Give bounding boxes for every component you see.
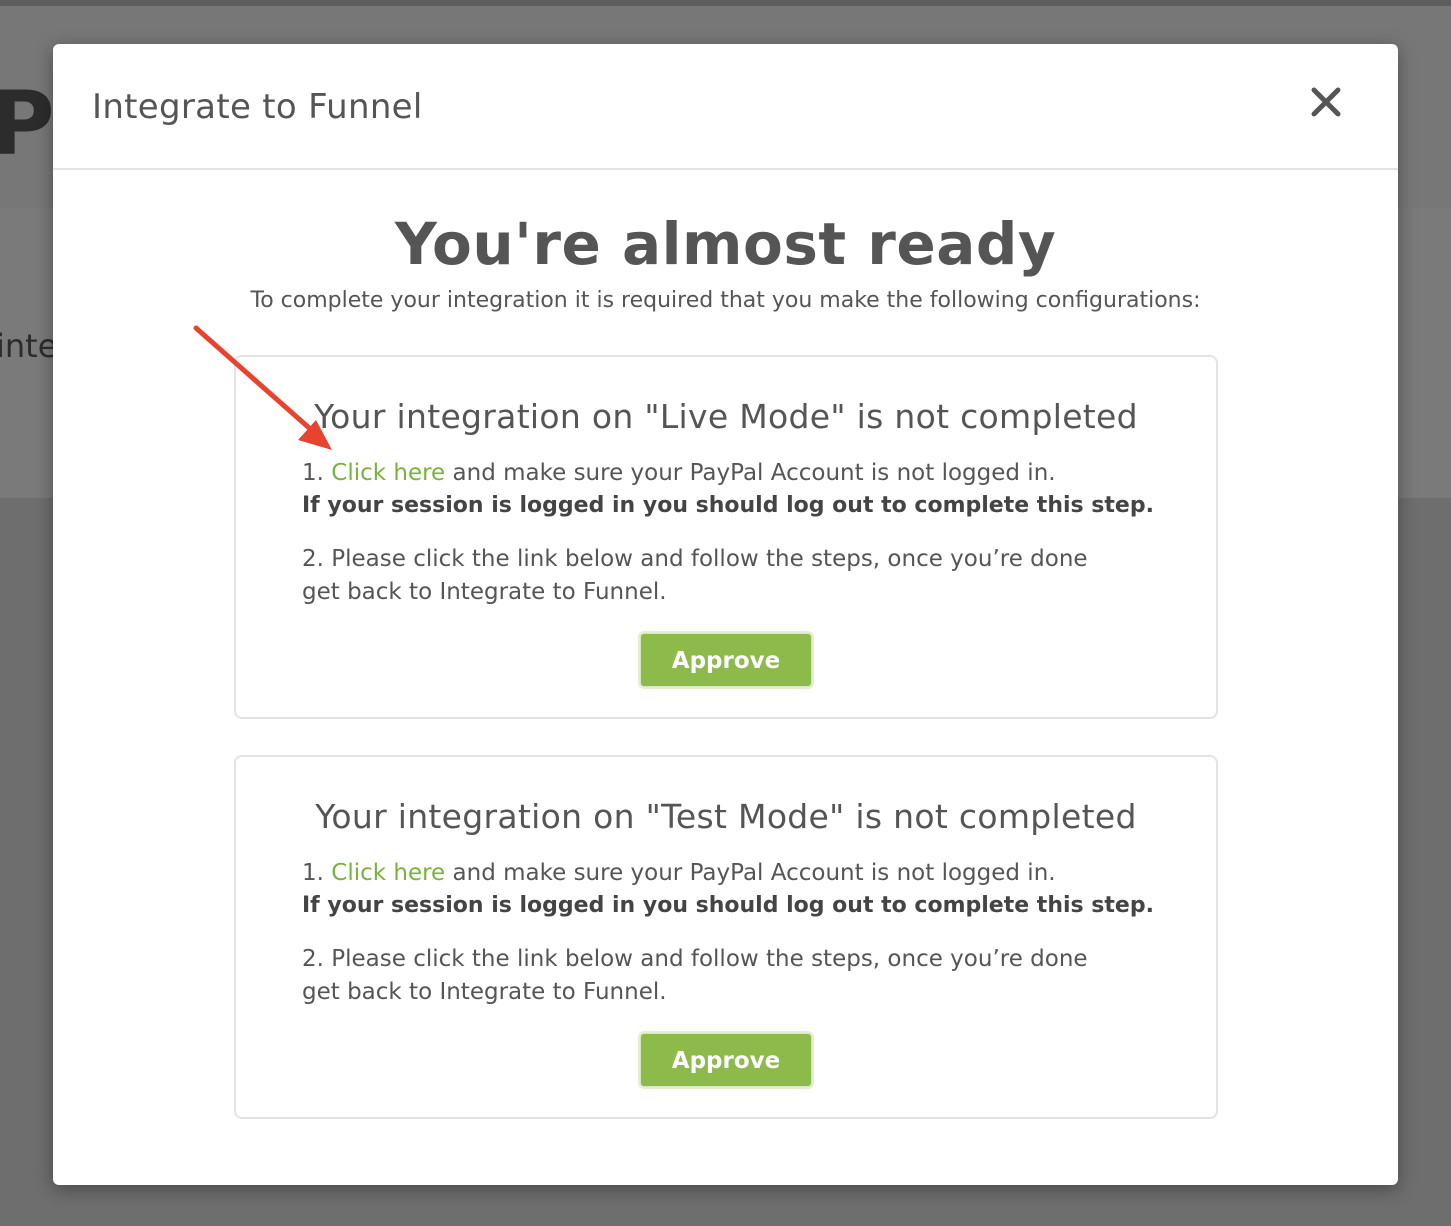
live-mode-card: Your integration on "Live Mode" is not c… <box>234 355 1218 719</box>
test-click-here-link[interactable]: Click here <box>331 860 445 886</box>
live-approve-button[interactable]: Approve <box>638 631 814 689</box>
close-icon <box>1311 87 1341 117</box>
step1-suffix: and make sure your PayPal Account is not… <box>445 860 1056 886</box>
integrate-modal: Integrate to Funnel You're almost ready … <box>53 44 1398 1185</box>
annotation-arrow-icon <box>193 325 332 450</box>
live-logout-warning: If your session is logged in you should … <box>302 493 1154 518</box>
step1-prefix: 1. <box>302 860 332 886</box>
live-click-here-link[interactable]: Click here <box>331 460 445 486</box>
test-mode-card: Your integration on "Test Mode" is not c… <box>234 755 1218 1119</box>
modal-header: Integrate to Funnel <box>53 44 1398 170</box>
test-approve-button[interactable]: Approve <box>638 1031 814 1089</box>
test-logout-warning: If your session is logged in you should … <box>302 893 1154 918</box>
step1-prefix: 1. <box>302 460 332 486</box>
step1-suffix: and make sure your PayPal Account is not… <box>445 460 1056 486</box>
test-step-2: 2. Please click the link below and follo… <box>302 946 1088 1005</box>
close-button[interactable] <box>1308 84 1344 120</box>
main-heading: You're almost ready <box>394 210 1057 278</box>
test-mode-title: Your integration on "Test Mode" is not c… <box>315 797 1137 836</box>
background-text: inte <box>0 327 58 365</box>
sub-heading: To complete your integration it is requi… <box>250 288 1201 313</box>
live-step-2: 2. Please click the link below and follo… <box>302 546 1088 605</box>
live-mode-title: Your integration on "Live Mode" is not c… <box>314 397 1138 436</box>
test-step-1: 1. Click here and make sure your PayPal … <box>302 857 1182 923</box>
live-step-1: 1. Click here and make sure your PayPal … <box>302 457 1182 523</box>
modal-title: Integrate to Funnel <box>92 87 423 127</box>
